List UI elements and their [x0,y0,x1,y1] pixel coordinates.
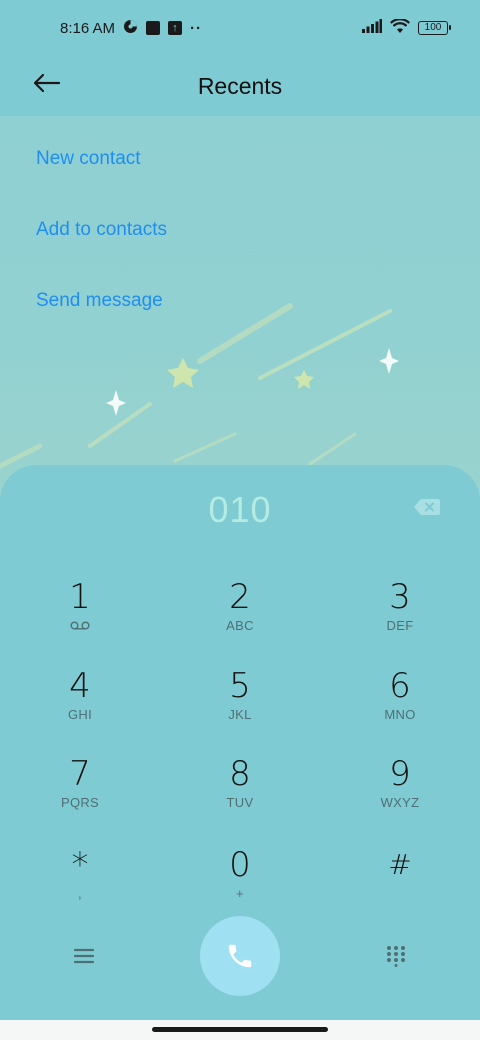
dial-key-1[interactable]: 1 [10,577,150,653]
key-letters: DEF [386,618,414,633]
status-time: 8:16 AM [60,19,116,37]
dialpad-panel: 010 1 2 ABC 3 DEF 4 GHI 5 JKL 6 MNO 7 PQ… [0,465,480,1020]
key-digit: 1 [69,577,91,617]
menu-icon [74,948,94,964]
new-contact-link[interactable]: New contact [36,148,141,170]
dial-key-7[interactable]: 7 PQRS [10,754,150,830]
more-dots-icon: ·· [190,19,203,37]
dial-key-8[interactable]: 8 TUV [170,754,310,830]
dialed-number[interactable]: 010 [0,489,480,531]
key-letters: + [236,886,244,901]
backspace-icon [414,499,440,515]
key-letters: PQRS [60,795,100,810]
battery-icon: 100 [418,21,451,35]
key-digit: 5 [229,666,251,706]
dial-key-6[interactable]: 6 MNO [330,666,470,742]
phone-icon [228,944,252,968]
key-digit: 4 [69,666,91,706]
top-app-bar: Recents [0,56,480,116]
key-digit: 0 [229,845,251,885]
key-letters: GHI [67,707,92,722]
call-button[interactable] [200,916,280,996]
dial-key-hash[interactable]: # [330,845,470,921]
dialpad-toggle-button[interactable] [378,938,414,974]
dial-key-4[interactable]: 4 GHI [10,666,150,742]
key-letters: , [78,886,82,901]
menu-button[interactable] [66,940,102,972]
key-letters: ABC [226,618,254,633]
key-letters: JKL [228,707,252,722]
dial-key-star[interactable]: * , [10,845,150,921]
back-button[interactable] [30,66,64,100]
key-digit: 2 [229,577,251,617]
key-digit: # [388,848,412,881]
add-to-contacts-link[interactable]: Add to contacts [36,219,167,241]
backspace-button[interactable] [414,497,440,517]
status-left: 8:16 AM ↑ ·· [60,19,202,38]
status-right: 100 [362,17,451,38]
signal-icon [362,19,382,37]
dial-key-3[interactable]: 3 DEF [330,577,470,653]
key-digit: 3 [389,577,411,617]
key-digit: 6 [389,666,411,706]
key-digit: 7 [69,754,91,794]
dial-key-5[interactable]: 5 JKL [170,666,310,742]
arrow-left-icon [33,73,61,93]
voicemail-icon [70,621,90,630]
key-digit: 9 [389,754,411,794]
send-message-link[interactable]: Send message [36,290,163,312]
page-title: Recents [197,72,283,99]
dial-key-0[interactable]: 0 + [170,845,310,921]
wifi-icon [390,17,410,38]
key-letters: MNO [384,707,416,722]
dial-key-9[interactable]: 9 WXYZ [330,754,470,830]
key-digit: 8 [229,754,251,794]
dial-key-2[interactable]: 2 ABC [170,577,310,653]
dialpad-grid-icon [387,946,405,967]
key-letters: TUV [226,795,254,810]
home-indicator[interactable] [152,1027,328,1032]
key-letters: WXYZ [380,795,420,810]
theme-icon [123,19,138,38]
status-bar: 8:16 AM ↑ ·· 100 [0,0,480,56]
key-digit: * [71,845,89,885]
square-app-icon [146,21,161,35]
upload-app-icon: ↑ [168,21,183,35]
